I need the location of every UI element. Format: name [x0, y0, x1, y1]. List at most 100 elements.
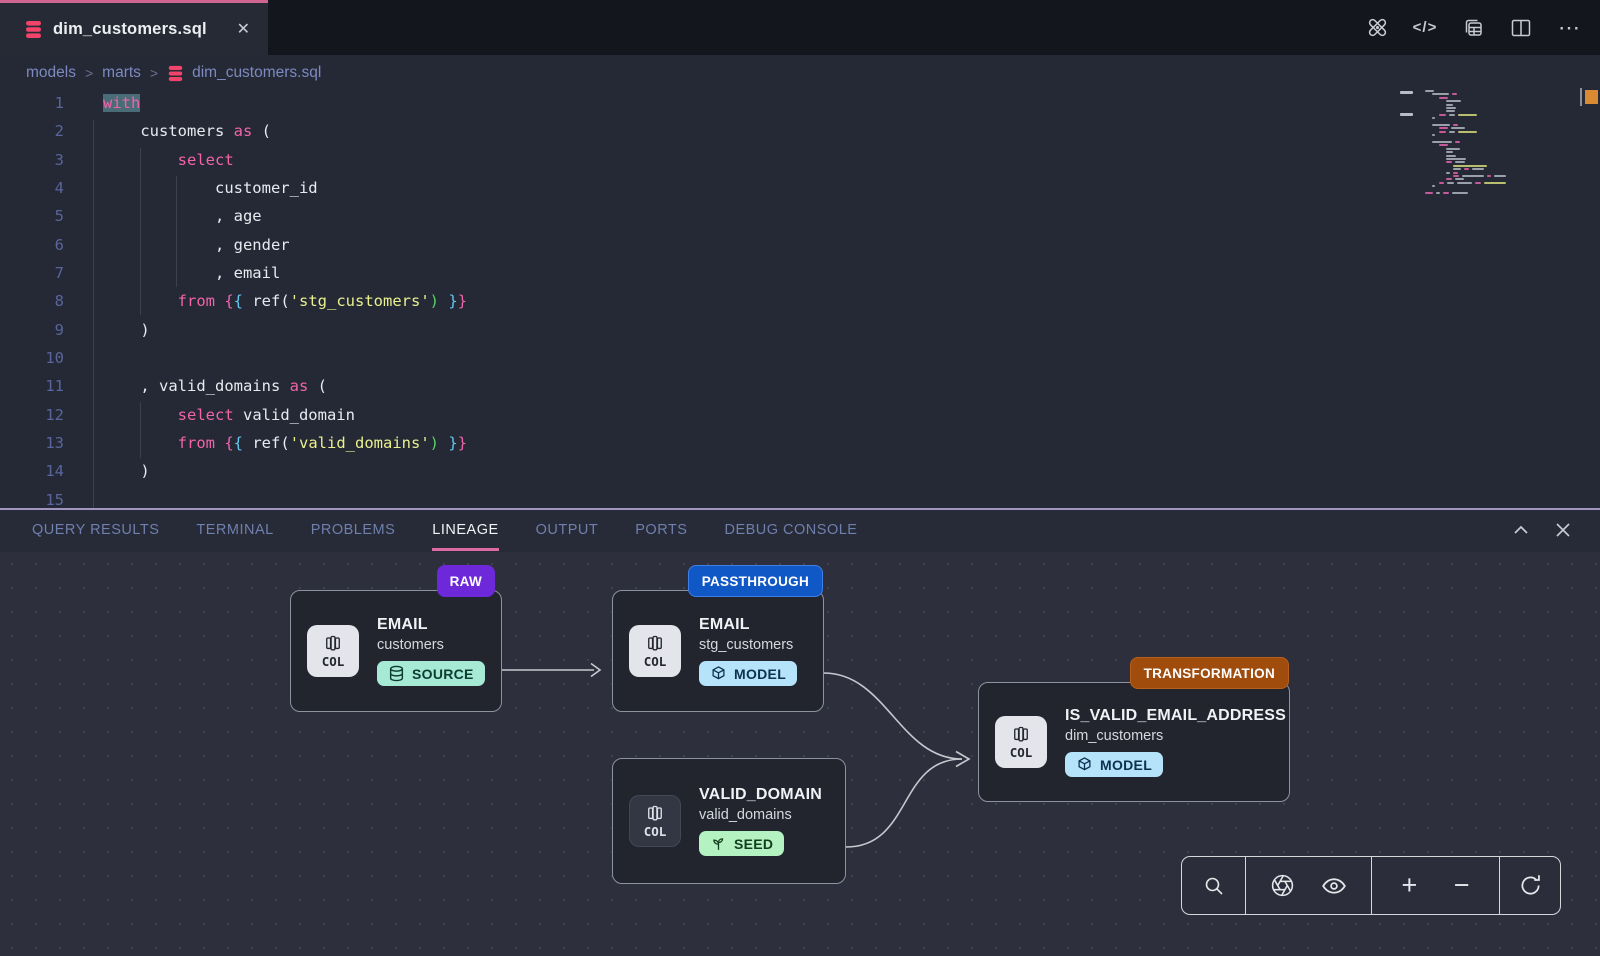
code-line-14[interactable]: 14 )	[0, 457, 1425, 485]
code-line-7[interactable]: 7 , email	[0, 259, 1425, 287]
node-model-name: dim_customers	[1065, 728, 1286, 744]
resource-pill-source[interactable]: SOURCE	[377, 661, 485, 686]
resource-label: SEED	[734, 836, 773, 852]
line-number: 12	[0, 401, 64, 429]
breadcrumb-item-marts[interactable]: marts	[102, 64, 141, 82]
lineage-node-dim_customers[interactable]: TRANSFORMATIONCOLIS_VALID_EMAIL_ADDRESSd…	[978, 682, 1290, 802]
minimap-line	[1464, 168, 1469, 170]
minimap-line	[1446, 178, 1452, 180]
resource-pill-seed[interactable]: SEED	[699, 831, 784, 856]
panel-tab-terminal[interactable]: TERMINAL	[196, 510, 273, 550]
copy-results-icon[interactable]	[1460, 15, 1486, 41]
line-number: 14	[0, 457, 64, 485]
code-line-6[interactable]: 6 , gender	[0, 231, 1425, 259]
node-model-name: customers	[377, 637, 485, 653]
minimap-line	[1439, 182, 1444, 184]
zoom-in-icon[interactable]: +	[1394, 871, 1424, 901]
code-line-15[interactable]: 15	[0, 486, 1425, 508]
minimap-line	[1447, 182, 1454, 184]
code-line-9[interactable]: 9 )	[0, 316, 1425, 344]
close-panel-icon[interactable]	[1552, 519, 1574, 541]
aperture-icon[interactable]	[1268, 871, 1298, 901]
code-line-1[interactable]: 1with	[0, 89, 1425, 117]
minimap-line	[1455, 178, 1464, 180]
minimap[interactable]	[1425, 90, 1535, 260]
node-model-name: valid_domains	[699, 807, 822, 823]
panel-tab-lineage[interactable]: LINEAGE	[432, 510, 498, 550]
line-number: 3	[0, 146, 64, 174]
node-tag-transformation: TRANSFORMATION	[1130, 657, 1289, 689]
minimap-line	[1455, 161, 1465, 163]
panel-tab-debug-console[interactable]: DEBUG CONSOLE	[724, 510, 857, 550]
node-tag-raw: RAW	[437, 565, 495, 597]
minimap-line	[1439, 131, 1446, 133]
code-text: select valid_domain	[64, 401, 355, 429]
minimap-line	[1455, 141, 1460, 143]
minimap-line	[1453, 175, 1459, 177]
tab-dim-customers-sql[interactable]: dim_customers.sql ✕	[0, 0, 268, 55]
line-number: 2	[0, 117, 64, 145]
code-line-12[interactable]: 12 select valid_domain	[0, 401, 1425, 429]
minimap-line	[1475, 182, 1481, 184]
lineage-node-stg_customers[interactable]: PASSTHROUGHCOLEMAILstg_customersMODEL	[612, 590, 824, 712]
node-model-name: stg_customers	[699, 637, 797, 653]
breadcrumb-item-dim-customers-sql[interactable]: dim_customers.sql	[167, 64, 321, 82]
column-chip: COL	[995, 716, 1047, 768]
minimap-line	[1436, 192, 1440, 194]
line-number: 9	[0, 316, 64, 344]
tab-close-icon[interactable]: ✕	[233, 17, 254, 41]
scrollbar-thumb[interactable]	[1580, 88, 1582, 106]
columns-icon	[323, 633, 343, 653]
resource-label: SOURCE	[412, 666, 474, 682]
code-text: )	[64, 316, 150, 344]
lineage-toolbar: + −	[1181, 856, 1561, 915]
resource-pill-model[interactable]: MODEL	[1065, 752, 1163, 777]
node-tag-passthrough: PASSTHROUGH	[688, 565, 823, 597]
code-line-11[interactable]: 11 , valid_domains as (	[0, 372, 1425, 400]
panel-tab-problems[interactable]: PROBLEMS	[311, 510, 396, 550]
panel-tab-query-results[interactable]: QUERY RESULTS	[32, 510, 159, 550]
code-lines[interactable]: 1with2 customers as (3 select4 customer_…	[0, 89, 1425, 508]
code-text: customers as (	[64, 117, 271, 145]
minimap-line	[1452, 192, 1468, 194]
refresh-icon[interactable]	[1515, 871, 1545, 901]
code-line-5[interactable]: 5 , age	[0, 202, 1425, 230]
edge-valid-domains-to-dim	[846, 759, 962, 847]
col-chip-label: COL	[644, 824, 667, 839]
lineage-canvas[interactable]: RAWCOLEMAILcustomersSOURCEPASSTHROUGHCOL…	[0, 552, 1600, 956]
code-line-3[interactable]: 3 select	[0, 146, 1425, 174]
search-icon[interactable]	[1199, 871, 1229, 901]
collapse-chevron-icon[interactable]	[1510, 519, 1532, 541]
minimap-line	[1472, 168, 1484, 170]
eye-icon[interactable]	[1319, 871, 1349, 901]
database-icon	[24, 20, 43, 39]
dbt-power-user-icon[interactable]	[1364, 15, 1390, 41]
breadcrumb-item-models[interactable]: models	[26, 64, 76, 82]
col-chip-label: COL	[1010, 745, 1033, 760]
code-text: from {{ ref('stg_customers') }}	[64, 287, 467, 315]
more-actions-icon[interactable]: ⋯	[1556, 15, 1582, 41]
code-text: customer_id	[64, 174, 318, 202]
code-line-8[interactable]: 8 from {{ ref('stg_customers') }}	[0, 287, 1425, 315]
zoom-out-icon[interactable]: −	[1447, 871, 1477, 901]
code-text	[64, 344, 103, 372]
panel-tab-output[interactable]: OUTPUT	[536, 510, 599, 550]
resource-pill-model[interactable]: MODEL	[699, 661, 797, 686]
code-text: with	[64, 89, 140, 117]
line-number: 7	[0, 259, 64, 287]
lineage-node-customers[interactable]: RAWCOLEMAILcustomersSOURCE	[290, 590, 502, 712]
code-line-13[interactable]: 13 from {{ ref('valid_domains') }}	[0, 429, 1425, 457]
split-editor-icon[interactable]	[1508, 15, 1534, 41]
code-text: , email	[64, 259, 280, 287]
code-line-10[interactable]: 10	[0, 344, 1425, 372]
minimap-line	[1458, 131, 1477, 133]
panel-tab-ports[interactable]: PORTS	[635, 510, 687, 550]
code-line-4[interactable]: 4 customer_id	[0, 174, 1425, 202]
minimap-line	[1425, 192, 1433, 194]
lineage-node-valid_domains[interactable]: COLVALID_DOMAINvalid_domainsSEED	[612, 758, 846, 884]
minimap-line	[1457, 182, 1472, 184]
minimap-line	[1449, 114, 1455, 116]
column-chip: COL	[629, 625, 681, 677]
inline-code-icon[interactable]: </>	[1412, 15, 1438, 41]
code-line-2[interactable]: 2 customers as (	[0, 117, 1425, 145]
